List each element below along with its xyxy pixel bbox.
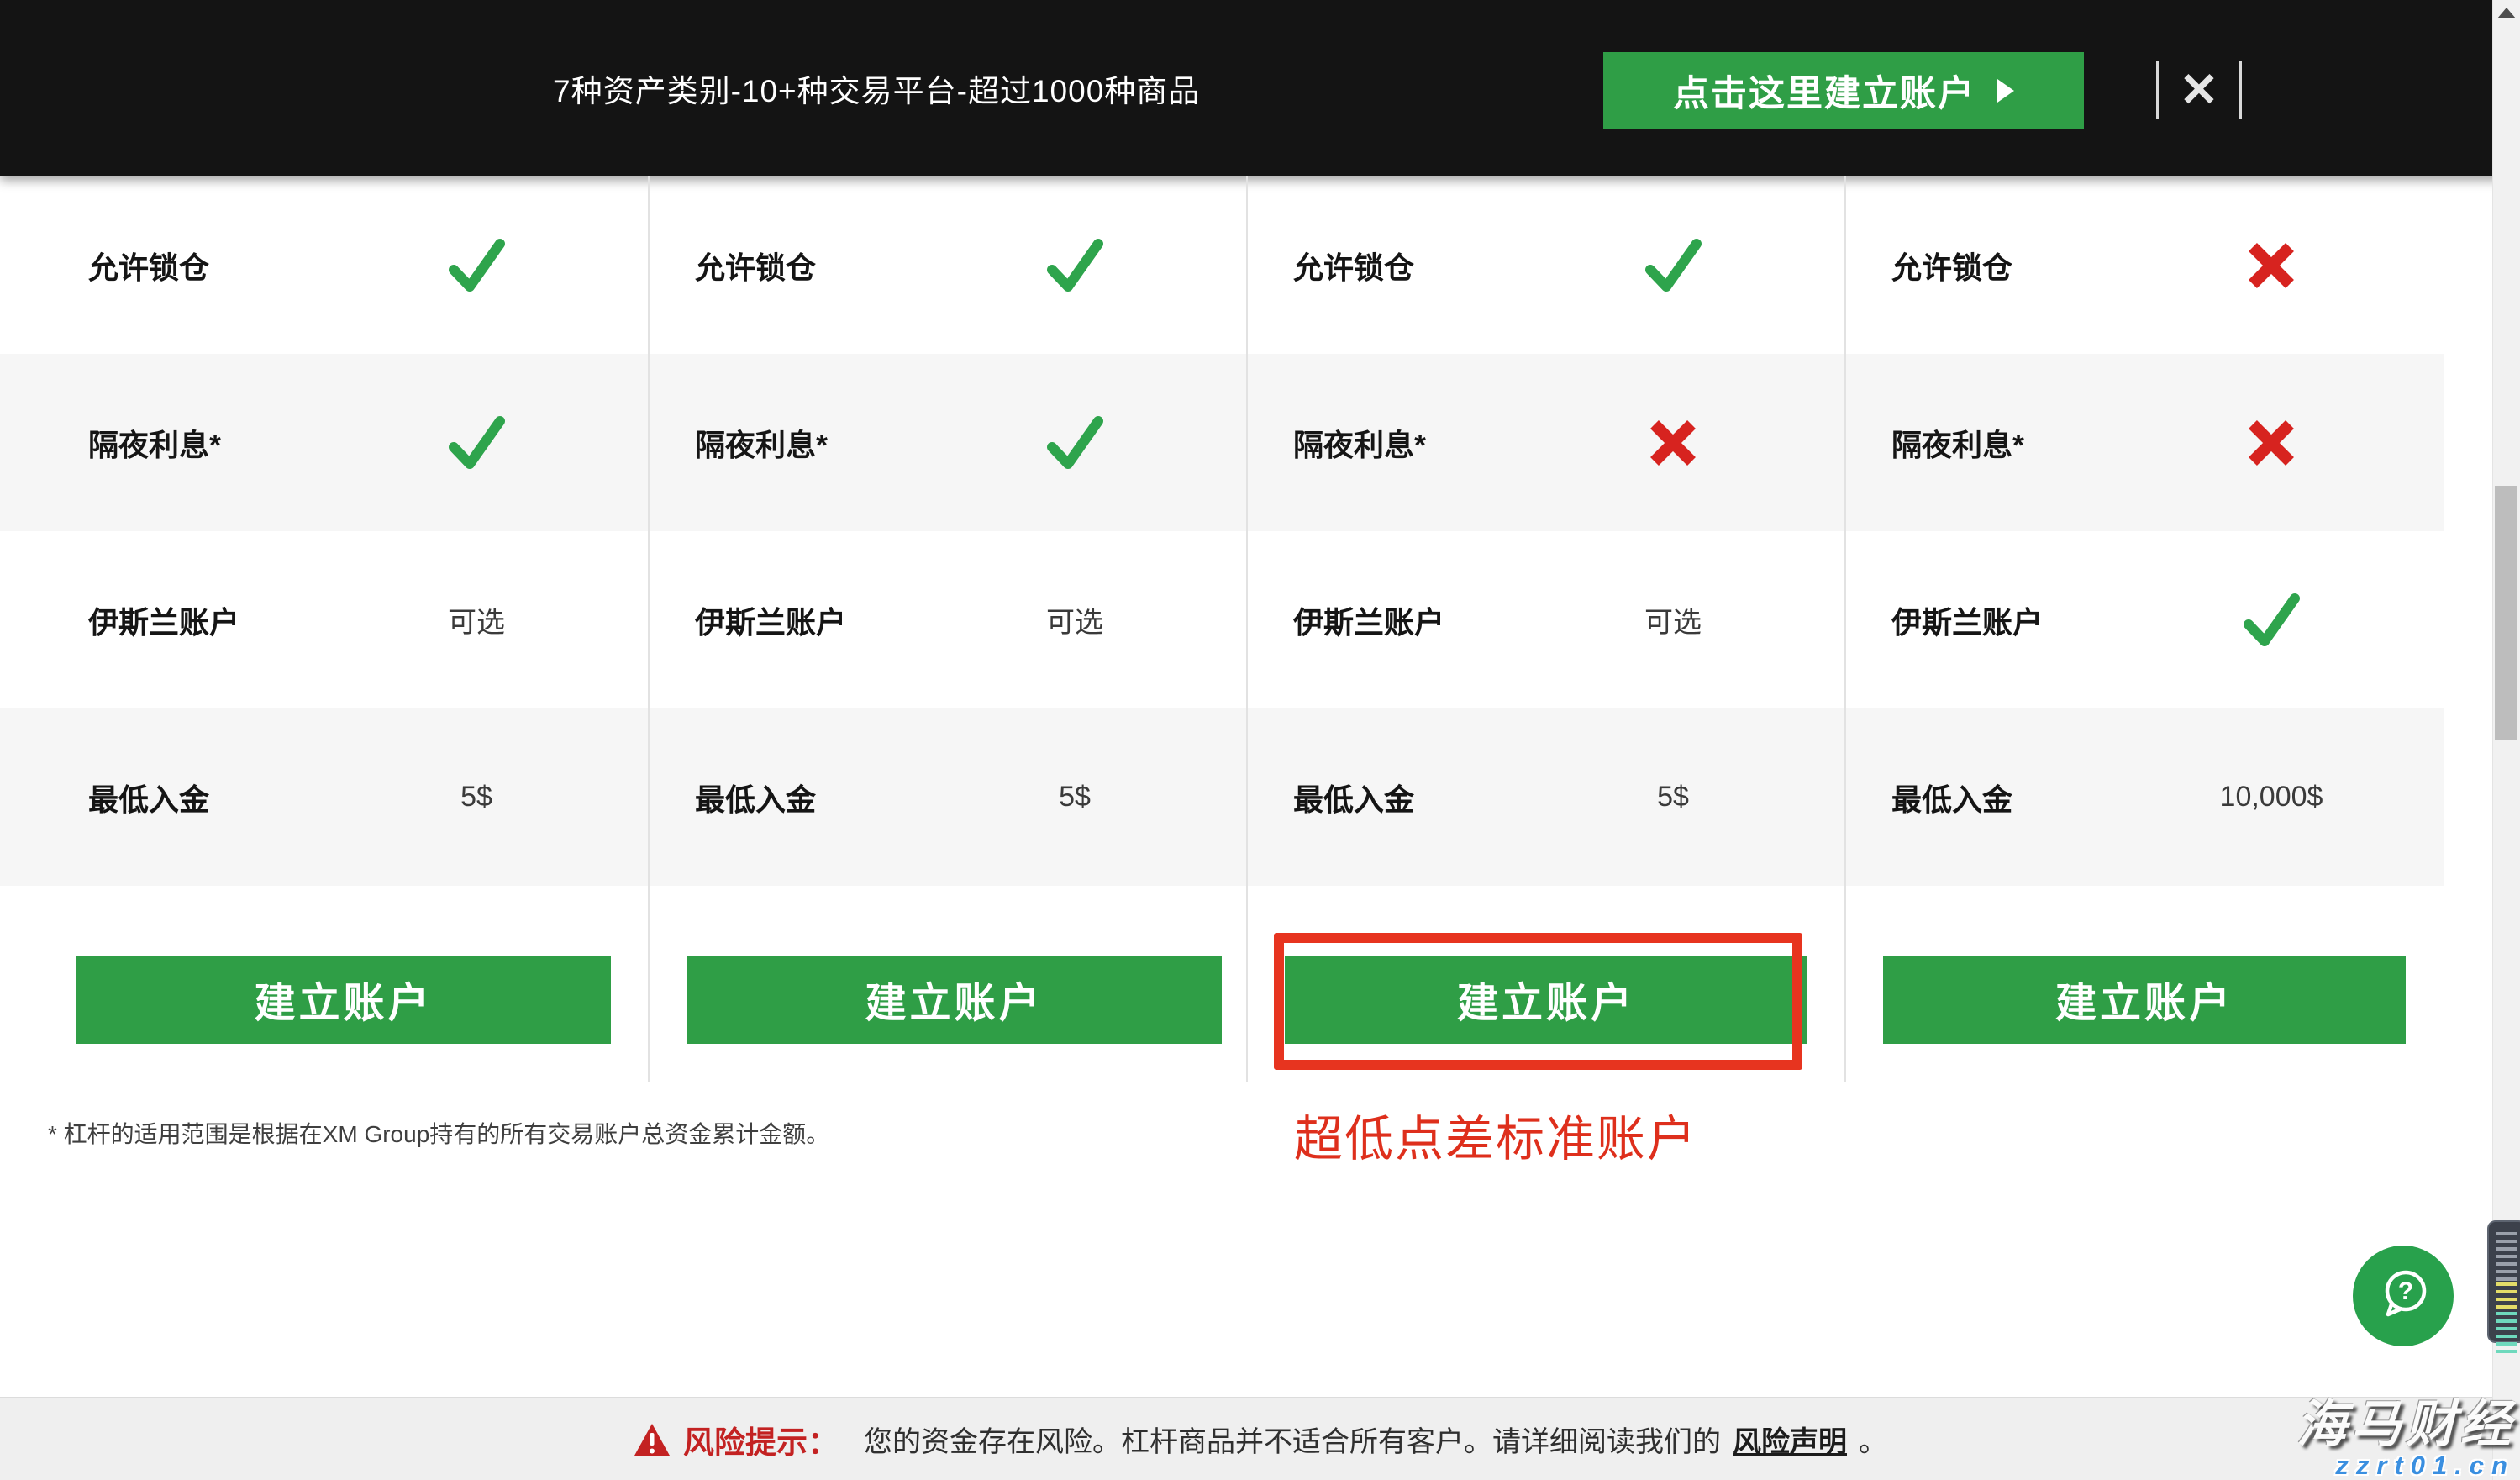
question-bubble-icon: ? [2372,1263,2434,1330]
feature-value: 可选 [1534,599,1812,640]
feature-label: 伊斯兰账户 [1247,598,1444,642]
feature-label: 隔夜利息* [1845,421,2024,465]
feature-value: 5$ [1534,781,1812,814]
check-icon [1040,231,1109,300]
feature-value [338,231,615,300]
check-icon [1040,408,1109,477]
feature-label: 允许锁仓 [649,244,816,287]
feature-value: 5$ [936,781,1213,814]
open-account-cta-button[interactable]: 点击这里建立账户 [1603,52,2084,129]
account-column: 允许锁仓隔夜利息* 伊斯兰账户 可选最低入金 5$ [649,176,1247,886]
leverage-footnote: * 杠杆的适用范围是根据在XM Group持有的所有交易账户总资金累计金额。 [48,1116,829,1150]
teal-stripes [2496,1312,2517,1354]
page: 7种资产类别-10+种交易平台-超过1000种商品 点击这里建立账户 ✕ 允许锁… [0,0,2520,1480]
feature-cell: 伊斯兰账户 可选 [0,531,649,708]
comparison-table: 允许锁仓隔夜利息*伊斯兰账户可选最低入金5$允许锁仓隔夜利息*伊斯兰账户可选最低… [0,176,2444,886]
annotation-text: 超低点差标准账户 [1294,1099,1697,1170]
feature-label: 最低入金 [1845,776,2012,819]
feature-cell: 允许锁仓 [0,176,649,354]
feature-cell: 允许锁仓 [1845,176,2444,354]
feature-value [2133,236,2410,295]
feature-value: 可选 [338,599,615,640]
feature-label: 隔夜利息* [0,421,221,465]
gray-stripes [2496,1232,2517,1281]
scrollbar-thumb[interactable] [2495,486,2517,740]
feature-label: 隔夜利息* [1247,421,1426,465]
check-icon [442,231,511,300]
account-column: 允许锁仓隔夜利息* 伊斯兰账户最低入金 10,000$ [1845,176,2444,886]
feature-value: 10,000$ [2133,781,2410,814]
create-account-button[interactable]: 建立账户 [1285,956,1807,1044]
feature-value [2133,413,2410,472]
check-icon [442,408,511,477]
feature-label: 最低入金 [649,776,816,819]
close-icon[interactable]: ✕ [2171,57,2227,123]
feature-value [338,408,615,477]
column-separator [1246,176,1248,1082]
scroll-up-arrow-icon[interactable] [2497,8,2516,18]
feature-label: 允许锁仓 [1845,244,2012,287]
divider [2156,61,2159,119]
feature-cell: 最低入金 5$ [649,708,1247,886]
promo-title: 7种资产类别-10+种交易平台-超过1000种商品 [553,0,1200,176]
feature-cell: 伊斯兰账户 [1845,531,2444,708]
feature-label: 最低入金 [0,776,209,819]
warning-triangle-icon [633,1422,671,1457]
feature-label: 最低入金 [1247,776,1414,819]
feature-label: 伊斯兰账户 [649,598,846,642]
check-icon [2237,586,2306,655]
cross-icon [2242,413,2301,472]
column-separator [1844,176,1846,1082]
divider [2239,61,2242,119]
feature-value [1534,231,1812,300]
feature-cell: 最低入金 5$ [1247,708,1845,886]
feature-label: 允许锁仓 [0,244,209,287]
feature-cell: 伊斯兰账户 可选 [649,531,1247,708]
feature-cell: 伊斯兰账户 可选 [1247,531,1845,708]
risk-warning-label: 风险提示： [683,1417,839,1462]
feature-cell: 隔夜利息* [0,354,649,531]
help-chat-button[interactable]: ? [2353,1246,2454,1346]
cta-label: 点击这里建立账户 [1673,65,1975,117]
risk-disclosure-link[interactable]: 风险声明 [1733,1419,1847,1460]
feature-value [1534,413,1812,472]
feature-label: 隔夜利息* [649,421,828,465]
svg-text:?: ? [2398,1277,2413,1305]
account-column: 允许锁仓隔夜利息* 伊斯兰账户 可选最低入金 5$ [0,176,649,886]
feature-cell: 最低入金 5$ [0,708,649,886]
risk-warning-text: 您的资金存在风险。杠杆商品并不适合所有客户。请详细阅读我们的 [864,1419,1721,1460]
cross-icon [1644,413,1702,472]
feature-value [2133,586,2410,655]
feature-cell: 隔夜利息* [1845,354,2444,531]
account-column: 允许锁仓隔夜利息* 伊斯兰账户 可选最低入金 5$ [1247,176,1845,886]
yellow-stripes [2496,1282,2517,1310]
promo-topbar: 7种资产类别-10+种交易平台-超过1000种商品 点击这里建立账户 ✕ [0,0,2520,176]
feature-label: 伊斯兰账户 [0,598,239,642]
create-account-button[interactable]: 建立账户 [76,956,611,1044]
feature-cell: 最低入金 10,000$ [1845,708,2444,886]
feature-value: 可选 [936,599,1213,640]
feature-value: 5$ [338,781,615,814]
feature-cell: 隔夜利息* [649,354,1247,531]
arrow-right-icon [1997,79,2014,103]
feature-cell: 允许锁仓 [649,176,1247,354]
cross-icon [2242,236,2301,295]
risk-warning-suffix: 。 [1859,1419,1887,1460]
risk-warning-bar: 风险提示： 您的资金存在风险。杠杆商品并不适合所有客户。请详细阅读我们的 风险声… [0,1397,2520,1480]
stripe-marker-widget[interactable] [2487,1220,2520,1343]
create-account-button[interactable]: 建立账户 [687,956,1222,1044]
feature-label: 伊斯兰账户 [1845,598,2043,642]
column-separator [648,176,650,1082]
check-icon [1639,231,1707,300]
feature-value [936,408,1213,477]
create-account-button[interactable]: 建立账户 [1883,956,2406,1044]
feature-label: 允许锁仓 [1247,244,1414,287]
feature-cell: 允许锁仓 [1247,176,1845,354]
feature-cell: 隔夜利息* [1247,354,1845,531]
feature-value [936,231,1213,300]
